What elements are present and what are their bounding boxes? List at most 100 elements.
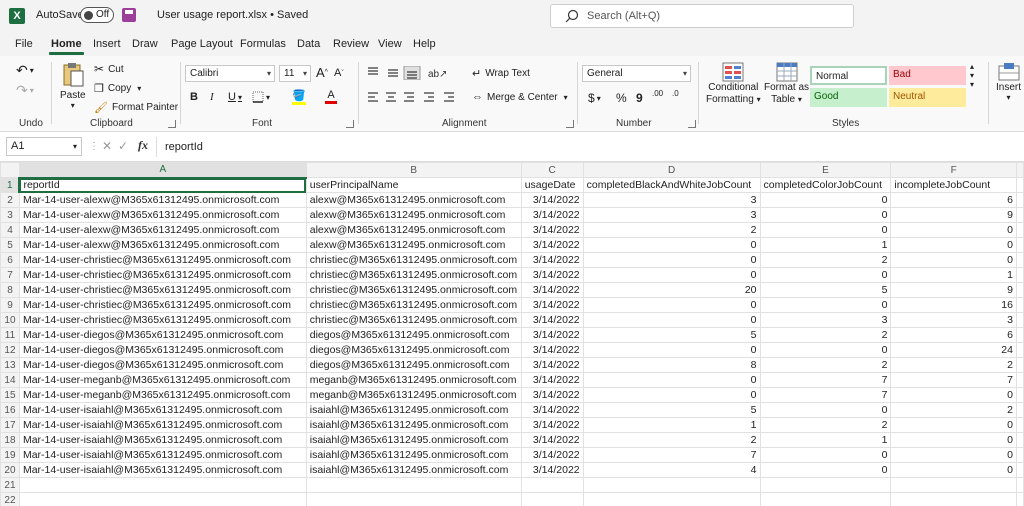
cell[interactable] [890, 477, 1017, 493]
cell[interactable]: reportId [18, 177, 307, 193]
redo-icon[interactable]: ↷ ▾ [16, 82, 34, 99]
cell[interactable] [1015, 297, 1024, 313]
row-header[interactable]: 3 [0, 207, 20, 223]
cell[interactable]: incompleteJobCount [890, 177, 1017, 193]
cell[interactable]: 9 [890, 207, 1017, 223]
cell[interactable]: 3/14/2022 [520, 222, 584, 238]
search-box[interactable] [550, 4, 854, 28]
cell[interactable]: 16 [890, 297, 1017, 313]
cell[interactable] [1015, 177, 1024, 193]
cell[interactable]: 3/14/2022 [520, 417, 584, 433]
cell[interactable] [1015, 432, 1024, 448]
cell[interactable]: 0 [759, 207, 892, 223]
cell[interactable]: 3/14/2022 [520, 207, 584, 223]
cell[interactable]: 1 [759, 432, 892, 448]
column-header-g[interactable] [1015, 162, 1024, 178]
conditional-formatting-button[interactable]: Conditional Formatting ▾ [706, 62, 761, 106]
cell[interactable] [582, 477, 761, 493]
paste-button[interactable]: Paste ▾ [60, 62, 86, 110]
cell[interactable] [1015, 402, 1024, 418]
row-header[interactable]: 16 [0, 402, 20, 418]
cell[interactable]: diegos@M365x61312495.onmicrosoft.com [305, 357, 522, 373]
cell[interactable]: 1 [759, 237, 892, 253]
row-header[interactable]: 9 [0, 297, 20, 313]
cell[interactable]: 3 [759, 312, 892, 328]
cell[interactable]: completedBlackAndWhiteJobCount [582, 177, 761, 193]
tab-file[interactable]: File [15, 38, 33, 50]
grow-font-button[interactable]: A ^ [316, 65, 328, 80]
row-header[interactable]: 6 [0, 252, 20, 268]
column-header-d[interactable]: D [582, 162, 761, 178]
cell[interactable]: 2 [759, 417, 892, 433]
cell[interactable]: Mar-14-user-diegos@M365x61312495.onmicro… [18, 342, 307, 358]
column-header-e[interactable]: E [759, 162, 892, 178]
tab-help[interactable]: Help [413, 38, 436, 50]
cell[interactable]: 3/14/2022 [520, 372, 584, 388]
cell[interactable] [1015, 282, 1024, 298]
column-header-c[interactable]: C [520, 162, 584, 178]
cell[interactable]: christiec@M365x61312495.onmicrosoft.com [305, 297, 522, 313]
cell[interactable]: 3/14/2022 [520, 447, 584, 463]
row-header[interactable]: 7 [0, 267, 20, 283]
column-header-a[interactable]: A [18, 162, 307, 179]
insert-function-icon[interactable]: fx [138, 138, 148, 153]
cell[interactable]: usageDate [520, 177, 584, 193]
copy-button[interactable]: ❐ Copy ▾ [94, 82, 141, 95]
cell[interactable]: 3/14/2022 [520, 357, 584, 373]
cell[interactable]: 3/14/2022 [520, 192, 584, 208]
tab-data[interactable]: Data [297, 38, 320, 50]
bold-button[interactable]: B [190, 91, 198, 103]
cell[interactable]: 7 [759, 372, 892, 388]
cell[interactable]: 3/14/2022 [520, 387, 584, 403]
cell[interactable]: 0 [890, 447, 1017, 463]
cell[interactable]: 6 [890, 192, 1017, 208]
cell[interactable]: 0 [582, 372, 761, 388]
cell[interactable]: 3/14/2022 [520, 432, 584, 448]
cell[interactable] [759, 477, 892, 493]
tab-draw[interactable]: Draw [132, 38, 158, 50]
cell[interactable] [520, 492, 584, 506]
cell[interactable]: diegos@M365x61312495.onmicrosoft.com [305, 342, 522, 358]
cell[interactable]: Mar-14-user-diegos@M365x61312495.onmicro… [18, 327, 307, 343]
cell[interactable] [305, 492, 522, 506]
cell[interactable] [520, 477, 584, 493]
cell[interactable]: Mar-14-user-isaiahl@M365x61312495.onmicr… [18, 402, 307, 418]
vertical-alignment-icons[interactable]: ab↗ [366, 66, 446, 80]
cell[interactable]: 2 [759, 252, 892, 268]
save-icon[interactable] [122, 8, 136, 22]
cell[interactable]: 3/14/2022 [520, 402, 584, 418]
cell[interactable] [18, 477, 307, 493]
cell[interactable]: 0 [890, 417, 1017, 433]
row-header[interactable]: 12 [0, 342, 20, 358]
cell[interactable]: 1 [890, 267, 1017, 283]
cell[interactable] [1015, 252, 1024, 268]
wrap-text-button[interactable]: ↵ Wrap Text [472, 67, 530, 80]
borders-button[interactable]: ▾ [252, 91, 270, 103]
row-header[interactable]: 1 [0, 177, 21, 193]
cell[interactable]: 0 [890, 387, 1017, 403]
increase-decimal-button[interactable]: .00 [652, 90, 663, 98]
row-header[interactable]: 11 [0, 327, 20, 343]
underline-button[interactable]: U ▾ [228, 91, 242, 103]
cell[interactable]: 8 [582, 357, 761, 373]
cell[interactable] [1015, 237, 1024, 253]
cell[interactable]: Mar-14-user-alexw@M365x61312495.onmicros… [18, 222, 307, 238]
cell[interactable]: 3/14/2022 [520, 327, 584, 343]
row-header[interactable]: 4 [0, 222, 20, 238]
cell[interactable]: 7 [759, 387, 892, 403]
number-launcher-icon[interactable] [688, 120, 696, 128]
insert-cells-button[interactable]: Insert ▾ [996, 62, 1021, 102]
cell[interactable]: 0 [759, 192, 892, 208]
cell[interactable]: 5 [582, 402, 761, 418]
fill-color-button[interactable]: 🪣 [292, 89, 306, 105]
autosave-toggle[interactable]: Off [80, 7, 114, 23]
tab-review[interactable]: Review [333, 38, 369, 50]
cell[interactable] [1015, 312, 1024, 328]
cell[interactable]: 6 [890, 327, 1017, 343]
cell[interactable] [1015, 342, 1024, 358]
tab-formulas[interactable]: Formulas [240, 38, 286, 50]
cell[interactable] [759, 492, 892, 506]
cell[interactable] [1015, 447, 1024, 463]
row-header[interactable]: 18 [0, 432, 20, 448]
tab-page-layout[interactable]: Page Layout [171, 38, 233, 50]
